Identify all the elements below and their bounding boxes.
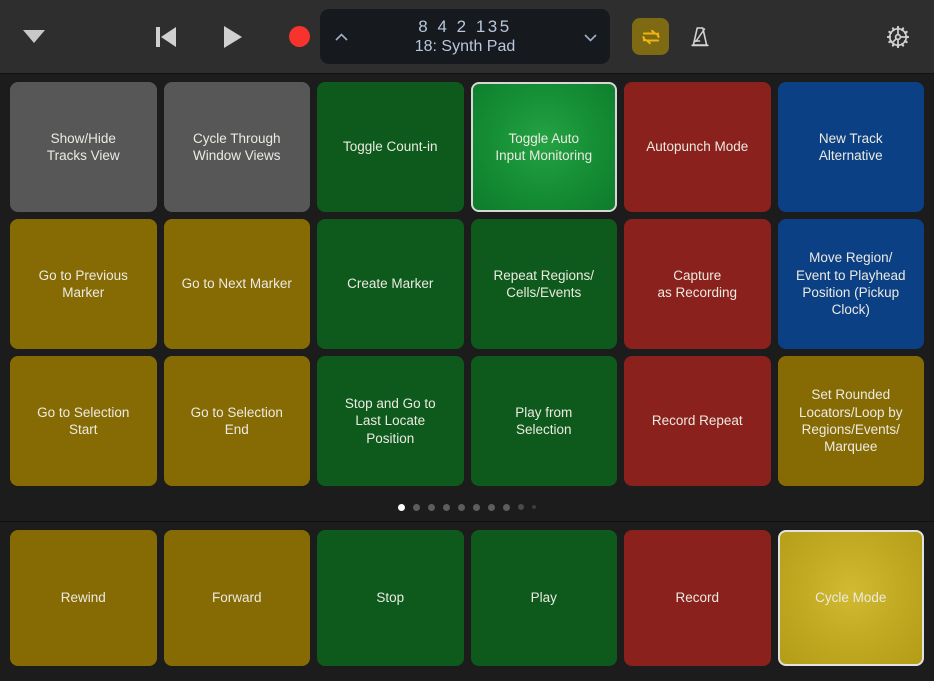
pad-row-2: Go to Selection Start Go to Selection End… (10, 356, 924, 486)
pad-0-0[interactable]: Show/Hide Tracks View (10, 82, 157, 212)
chevron-down-icon[interactable] (583, 30, 597, 43)
play-icon (224, 25, 242, 48)
pad-label: Forward (211, 590, 262, 606)
page-dot-8[interactable] (518, 504, 524, 510)
pad-label: New Track Alternative (818, 130, 883, 163)
record-icon (288, 26, 310, 47)
record-button[interactable] (277, 15, 321, 59)
transport-pad-5[interactable]: Cycle Mode (777, 530, 924, 666)
transport-pad-3[interactable]: Play (470, 530, 617, 666)
skip-to-start-icon (156, 26, 178, 47)
pad-0-4[interactable]: Autopunch Mode (624, 82, 771, 212)
toolbar-transport-group (145, 15, 321, 59)
pad-row-0: Show/Hide Tracks View Cycle Through Windo… (10, 82, 924, 212)
pad-2-5[interactable]: Set Rounded Locators/Loop by Regions/Eve… (777, 356, 924, 486)
page-dot-6[interactable] (488, 503, 495, 511)
pad-grid: Show/Hide Tracks View Cycle Through Windo… (0, 74, 934, 486)
pad-label: Autopunch Mode (646, 139, 749, 155)
pad-label: Capture as Recording (657, 267, 738, 300)
pad-1-5[interactable]: Move Region/ Event to Playhead Position … (777, 219, 924, 349)
pad-label: Go to Next Marker (181, 276, 292, 292)
metronome-toolbar-button[interactable] (681, 18, 718, 55)
pad-label: Stop and Go to Last Locate Position (344, 396, 436, 446)
pad-label: Toggle Auto Input Monitoring (495, 130, 593, 163)
bottom-pad-row: Rewind Forward Stop Play Record Cycle Mode (10, 530, 924, 666)
page-dot-3[interactable] (443, 503, 450, 511)
pad-2-4[interactable]: Record Repeat (624, 356, 771, 486)
cycle-loop-icon (641, 29, 660, 44)
pad-label: Show/Hide Tracks View (46, 130, 120, 163)
lcd-position-value: 8 4 2 135 (418, 16, 512, 36)
pad-label: Stop (376, 590, 405, 606)
page-dot-2[interactable] (428, 503, 435, 511)
pad-1-3[interactable]: Repeat Regions/ Cells/Events (470, 219, 617, 349)
page-indicator[interactable] (0, 493, 934, 521)
pad-label: Go to Selection Start (37, 404, 130, 437)
pad-label: Move Region/ Event to Playhead Position … (795, 250, 906, 318)
page-dot-9[interactable] (532, 505, 536, 509)
settings-button[interactable] (880, 19, 916, 55)
pad-label: Record Repeat (651, 413, 743, 429)
page-dot-5[interactable] (473, 503, 480, 511)
pad-0-3[interactable]: Toggle Auto Input Monitoring (470, 82, 617, 212)
pad-row-1: Go to Previous Marker Go to Next Marker Cr… (10, 219, 924, 349)
pad-2-1[interactable]: Go to Selection End (163, 356, 310, 486)
main-menu-button[interactable] (12, 15, 56, 59)
play-button[interactable] (211, 15, 255, 59)
transport-pad-1[interactable]: Forward (163, 530, 310, 666)
page-dot-0[interactable] (398, 503, 405, 511)
transport-pad-0[interactable]: Rewind (10, 530, 157, 666)
pad-label: Repeat Regions/ Cells/Events (493, 267, 595, 300)
page-dot-7[interactable] (503, 503, 510, 511)
toolbar-mode-group (632, 18, 718, 55)
pad-1-2[interactable]: Create Marker (317, 219, 464, 349)
pad-label: Record (675, 590, 720, 606)
pad-0-1[interactable]: Cycle Through Window Views (163, 82, 310, 212)
pad-1-4[interactable]: Capture as Recording (624, 219, 771, 349)
pad-0-2[interactable]: Toggle Count-in (317, 82, 464, 212)
pad-2-3[interactable]: Play from Selection (470, 356, 617, 486)
pad-0-5[interactable]: New Track Alternative (777, 82, 924, 212)
pad-label: Play from Selection (515, 404, 573, 437)
bottom-transport-bar: Rewind Forward Stop Play Record Cycle Mode (0, 521, 934, 676)
go-to-start-button[interactable] (145, 15, 189, 59)
pad-label: Toggle Count-in (342, 139, 438, 155)
pad-label: Create Marker (347, 276, 434, 292)
lcd-display[interactable]: 8 4 2 135 18: Synth Pad (320, 9, 610, 64)
pad-label: Rewind (60, 590, 106, 606)
pad-label: Cycle Through Window Views (192, 130, 281, 163)
lcd-readout: 8 4 2 135 18: Synth Pad (347, 17, 583, 57)
lcd-track-name: 18: Synth Pad (414, 37, 516, 55)
pad-2-0[interactable]: Go to Selection Start (10, 356, 157, 486)
pad-label: Cycle Mode (815, 590, 887, 606)
page-dot-4[interactable] (458, 503, 465, 511)
pad-label: Go to Selection End (190, 404, 283, 437)
pad-label: Go to Previous Marker (38, 267, 128, 300)
page-dot-1[interactable] (413, 503, 420, 511)
transport-pad-4[interactable]: Record (624, 530, 771, 666)
pad-1-0[interactable]: Go to Previous Marker (10, 219, 157, 349)
pad-1-1[interactable]: Go to Next Marker (163, 219, 310, 349)
pad-label: Play (530, 590, 557, 606)
pad-2-2[interactable]: Stop and Go to Last Locate Position (317, 356, 464, 486)
caret-down-icon (23, 30, 45, 43)
transport-pad-2[interactable]: Stop (317, 530, 464, 666)
gear-icon (886, 25, 910, 48)
chevron-up-icon[interactable] (334, 30, 348, 43)
top-toolbar: 8 4 2 135 18: Synth Pad (0, 0, 934, 74)
pad-label: Set Rounded Locators/Loop by Regions/Eve… (798, 387, 903, 455)
metronome-icon (690, 26, 709, 46)
cycle-toolbar-button[interactable] (632, 18, 669, 55)
